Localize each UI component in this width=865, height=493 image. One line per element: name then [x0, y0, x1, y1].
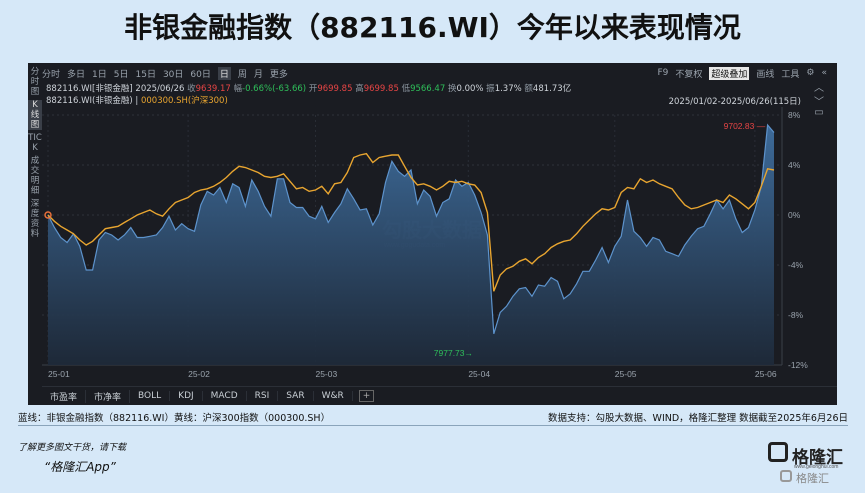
- high-label: 高: [355, 84, 364, 94]
- period-tab-8[interactable]: 周: [238, 67, 247, 80]
- change-label: 幅: [233, 84, 242, 94]
- footer: 蓝线：非银金融指数（882116.WI）黄线：沪深300指数（000300.SH…: [18, 410, 848, 424]
- chevron-up-icon[interactable]: ︿: [813, 79, 825, 94]
- y-tick-label: -8%: [788, 310, 804, 320]
- tool-button-3[interactable]: 画线: [756, 67, 774, 80]
- period-tab-5[interactable]: 30日: [163, 67, 183, 80]
- indicator-tab-3[interactable]: KDJ: [170, 391, 203, 401]
- open-value: 9699.85: [317, 84, 353, 94]
- indicator-tab-7[interactable]: W&R: [314, 391, 353, 401]
- legend-series1[interactable]: 882116.WI(非银金融): [46, 96, 133, 106]
- tool-button-0[interactable]: F9: [657, 68, 668, 78]
- date-range: 2025/01/02-2025/06/26(115日): [668, 97, 801, 107]
- y-tick-label: -12%: [788, 360, 808, 370]
- period-tab-0[interactable]: 分时: [42, 67, 60, 80]
- footer-source-note: 数据支持：勾股大数据、WIND，格隆汇整理 数据截至2025年6月26日: [548, 413, 848, 424]
- amount-value: 481.73亿: [532, 84, 572, 94]
- x-tick-label: 25-05: [615, 369, 637, 379]
- legend-series2[interactable]: 000300.SH(沪深300): [141, 96, 228, 106]
- period-tab-7[interactable]: 日: [217, 66, 231, 80]
- indicator-tab-5[interactable]: RSI: [247, 391, 279, 401]
- promo-line2: “格隆汇App”: [44, 460, 116, 474]
- view-tab-1[interactable]: K线图: [28, 100, 42, 130]
- quote-date: 2025/06/26: [135, 84, 185, 94]
- chart-panel: 分时 多日 1日 5日 15日 30日 60日日周月更多 F9 不复权 超级叠加 画线 工具 ⚙ « 分…: [28, 63, 837, 405]
- tool-button-6[interactable]: «: [821, 68, 827, 78]
- indicator-tab-6[interactable]: SAR: [278, 391, 314, 401]
- turnover-value: 0.00%: [456, 84, 484, 94]
- tool-button-5[interactable]: ⚙: [806, 68, 814, 78]
- y-tick-label: -4%: [788, 260, 804, 270]
- max-value-label: 9702.83 —: [724, 121, 766, 131]
- page-title: 非银金融指数（882116.WI）今年以来表现情况: [124, 11, 741, 44]
- chevron-down-icon[interactable]: ﹀: [813, 93, 825, 108]
- period-tab-1[interactable]: 多日: [67, 67, 85, 80]
- indicator-tab-0[interactable]: 市盈率: [42, 389, 87, 403]
- brand-logo: 格隆汇 www.gelonghui.com 格隆汇: [768, 440, 853, 485]
- indicator-tab-1[interactable]: 市净率: [86, 389, 131, 403]
- y-tick-label: 4%: [788, 160, 801, 170]
- view-tab-4[interactable]: 深度资料: [28, 199, 42, 239]
- indicator-tabs: 市盈率 市净率 BOLL KDJ MACD RSI SAR W&R +: [42, 386, 837, 405]
- x-tick-label: 25-02: [188, 369, 210, 379]
- period-tab-2[interactable]: 1日: [92, 67, 107, 80]
- view-tab-3[interactable]: 成交明细: [28, 156, 42, 196]
- view-switcher: 分时图 K线图 TICK 成交明细深度资料: [28, 67, 42, 242]
- period-tab-9[interactable]: 月: [254, 67, 263, 80]
- amount-label: 额: [524, 84, 533, 94]
- high-value: 9699.85: [363, 84, 399, 94]
- x-tick-label: 25-06: [755, 369, 777, 379]
- x-tick-label: 25-01: [48, 369, 70, 379]
- period-toolbar: 分时 多日 1日 5日 15日 30日 60日日周月更多: [42, 65, 295, 81]
- change-value: -0.66%(-63.66): [242, 84, 307, 94]
- brand-sub: 格隆汇: [796, 472, 829, 485]
- tool-button-2[interactable]: 超级叠加: [709, 66, 750, 80]
- x-tick-label: 25-04: [468, 369, 490, 379]
- series1-area: [48, 125, 774, 365]
- y-tick-label: 0%: [788, 210, 801, 220]
- x-tick-label: 25-03: [315, 369, 337, 379]
- low-label: 低: [401, 84, 411, 94]
- footer-legend-note: 蓝线：非银金融指数（882116.WI）黄线：沪深300指数（000300.SH…: [18, 413, 331, 424]
- amplitude-label: 振: [486, 84, 495, 94]
- add-indicator-button[interactable]: +: [358, 390, 375, 402]
- min-value-label: 7977.73→: [434, 348, 473, 358]
- tool-button-1[interactable]: 不复权: [675, 67, 702, 80]
- divider: [18, 425, 848, 426]
- indicator-tab-2[interactable]: BOLL: [130, 391, 171, 401]
- brand-small-icon: [780, 470, 792, 482]
- quote-info: 882116.WI[非银金融] 2025/06/26 收9639.17 幅-0.…: [46, 82, 571, 94]
- close-label: 收: [187, 84, 196, 94]
- period-tab-10[interactable]: 更多: [270, 67, 288, 80]
- period-tab-4[interactable]: 15日: [136, 67, 156, 80]
- amplitude-value: 1.37%: [494, 84, 522, 94]
- tool-toolbar: F9 不复权 超级叠加 画线 工具 ⚙ «: [650, 65, 827, 81]
- quote-name: 882116.WI[非银金融]: [46, 84, 133, 94]
- view-tab-0[interactable]: 分时图: [28, 67, 42, 97]
- indicator-tab-4[interactable]: MACD: [203, 391, 247, 401]
- period-tab-3[interactable]: 5日: [114, 67, 129, 80]
- line-chart: 8% 4% 0% -4% -8% -12% 25-01 25-02 25-03 25-04 25-0…: [42, 107, 808, 379]
- promo-line1: 了解更多图文干货，请下载: [18, 443, 127, 453]
- gelonghui-logo-icon: [768, 442, 788, 462]
- view-tab-2[interactable]: TICK: [28, 133, 42, 153]
- y-tick-label: 8%: [788, 110, 801, 120]
- low-value: 9566.47: [410, 84, 446, 94]
- series-legend: 882116.WI(非银金融) | 000300.SH(沪深300): [46, 96, 228, 106]
- close-value: 9639.17: [195, 84, 231, 94]
- period-tab-6[interactable]: 60日: [190, 67, 210, 80]
- tool-button-4[interactable]: 工具: [781, 67, 799, 80]
